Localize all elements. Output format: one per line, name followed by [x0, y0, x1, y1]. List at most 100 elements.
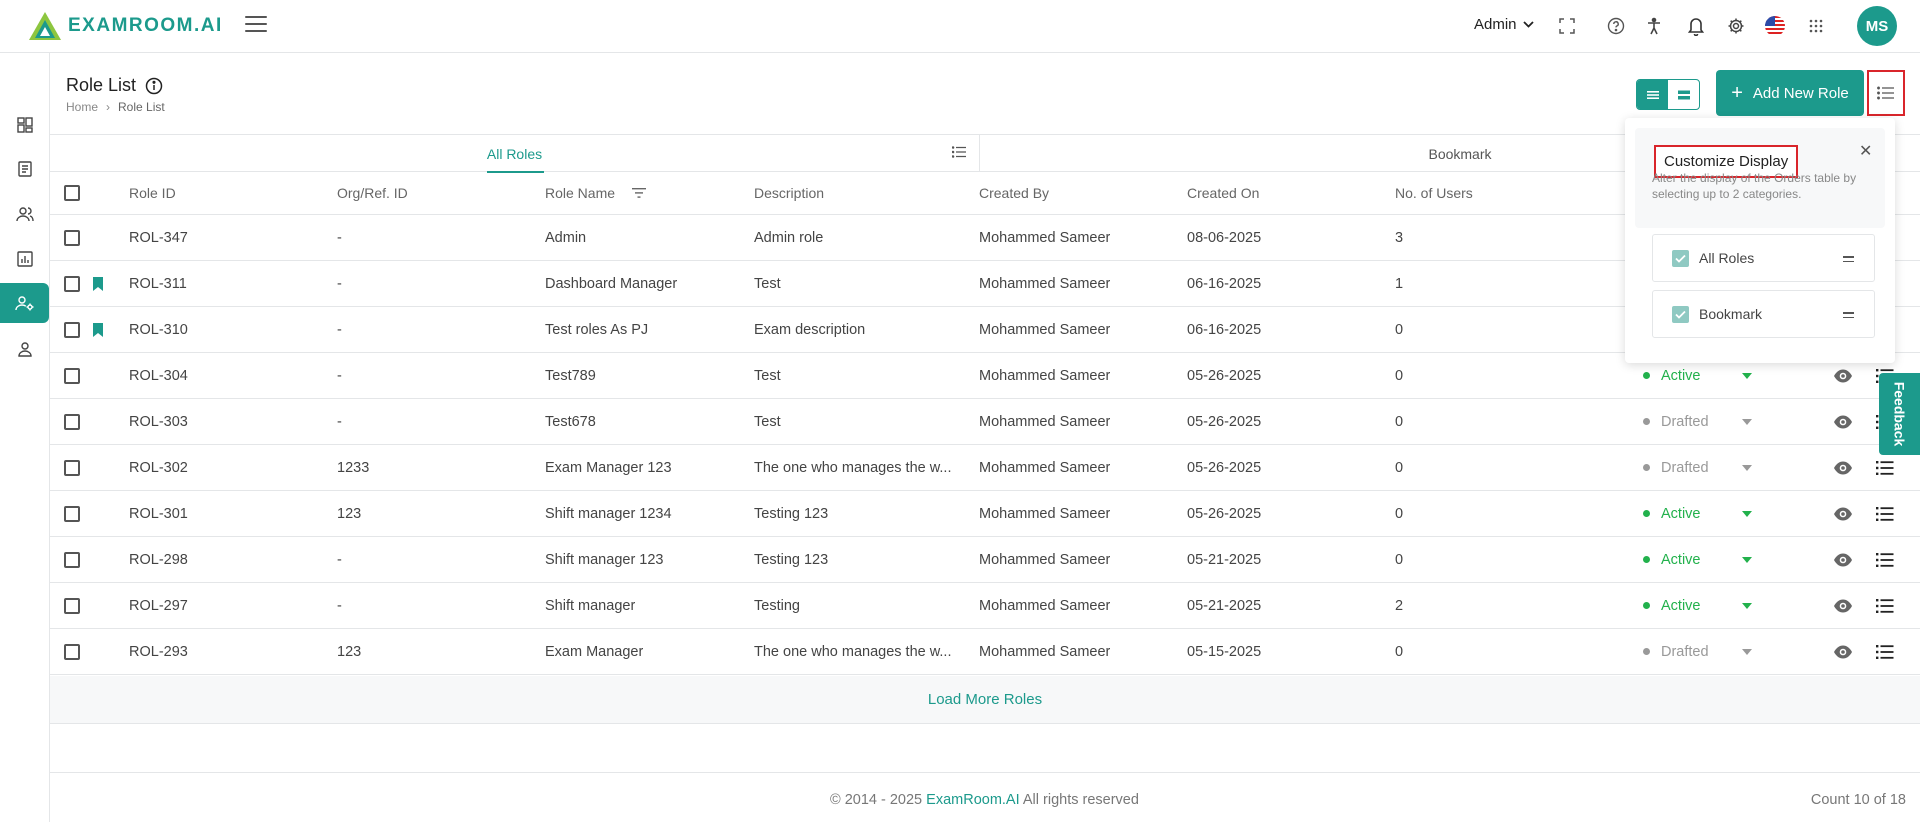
add-new-role-button[interactable]: + Add New Role: [1716, 70, 1864, 116]
table-row[interactable]: ROL-302 1233 Exam Manager 123 The one who m…: [50, 445, 1920, 491]
status-label: Drafted: [1661, 459, 1709, 476]
cell-created-on: 05-21-2025: [1187, 597, 1262, 614]
cell-role-name: Test678: [545, 413, 596, 430]
settings-icon[interactable]: [1725, 15, 1747, 37]
eye-icon[interactable]: [1833, 644, 1853, 660]
close-icon[interactable]: ✕: [1859, 141, 1872, 161]
header-org-ref-id[interactable]: Org/Ref. ID: [337, 172, 408, 214]
bell-icon[interactable]: [1685, 15, 1707, 37]
sidebar-item-reports[interactable]: [0, 239, 49, 279]
row-list-icon[interactable]: [1876, 552, 1894, 568]
row-checkbox[interactable]: [64, 413, 80, 430]
cell-org-ref-id: -: [337, 275, 342, 292]
menu-toggle-icon[interactable]: [245, 16, 267, 36]
us-flag-icon[interactable]: [1764, 15, 1786, 37]
breadcrumb-home[interactable]: Home: [66, 100, 98, 114]
cell-description: Testing 123: [754, 491, 964, 536]
row-checkbox[interactable]: [64, 459, 80, 476]
status-dropdown-caret-icon[interactable]: [1742, 602, 1752, 609]
eye-icon[interactable]: [1833, 506, 1853, 522]
accessibility-icon[interactable]: [1643, 15, 1665, 37]
table-row[interactable]: ROL-297 - Shift manager Testing Mohammed Sam…: [50, 583, 1920, 629]
row-list-icon[interactable]: [1876, 460, 1894, 476]
feedback-tab[interactable]: Feedback: [1879, 373, 1920, 455]
avatar[interactable]: MS: [1857, 6, 1897, 46]
sidebar-item-profile[interactable]: [0, 329, 49, 369]
role-selector-dropdown[interactable]: Admin: [1474, 16, 1534, 33]
cell-description: Test: [754, 353, 964, 398]
sidebar-item-users[interactable]: [0, 194, 49, 234]
fullscreen-icon[interactable]: [1556, 15, 1578, 37]
eye-icon[interactable]: [1833, 552, 1853, 568]
cell-description-text: Test: [754, 367, 781, 384]
row-checkbox[interactable]: [64, 597, 80, 614]
header-created-by[interactable]: Created By: [979, 172, 1049, 214]
tab-list-icon[interactable]: [952, 146, 966, 158]
drag-handle-icon[interactable]: [1843, 312, 1854, 321]
logo[interactable]: EXAMROOM.AI: [28, 10, 223, 42]
row-checkbox[interactable]: [64, 505, 80, 522]
cell-role-name: Admin: [545, 229, 587, 246]
tab-all-roles[interactable]: All Roles: [50, 135, 980, 173]
eye-icon[interactable]: [1833, 460, 1853, 476]
sidebar-item-documents[interactable]: [0, 149, 49, 189]
status-dropdown-caret-icon[interactable]: [1742, 510, 1752, 517]
compact-view-button[interactable]: [1668, 80, 1699, 109]
eye-icon[interactable]: [1833, 368, 1853, 384]
table-row[interactable]: ROL-301 123 Shift manager 1234 Testing 123 M…: [50, 491, 1920, 537]
info-icon[interactable]: [145, 77, 163, 95]
row-checkbox[interactable]: [64, 321, 80, 338]
cell-created-by: Mohammed Sameer: [979, 229, 1111, 246]
status-dropdown-caret-icon[interactable]: [1742, 464, 1752, 471]
table-row[interactable]: ROL-298 - Shift manager 123 Testing 123 Moha…: [50, 537, 1920, 583]
bookmark-icon[interactable]: [92, 322, 104, 338]
row-checkbox[interactable]: [64, 275, 80, 292]
load-more-button[interactable]: Load More Roles: [50, 676, 1920, 724]
cell-org-ref-id: 123: [337, 505, 362, 522]
copyright-brand-link[interactable]: ExamRoom.AI: [926, 792, 1019, 808]
table-row[interactable]: ROL-303 - Test678 Test Mohammed Sameer 05-26-…: [50, 399, 1920, 445]
customize-item-bookmark[interactable]: Bookmark: [1652, 290, 1875, 338]
header-created-on[interactable]: Created On: [1187, 172, 1259, 214]
status-dropdown-caret-icon[interactable]: [1742, 648, 1752, 655]
bookmark-icon[interactable]: [92, 276, 104, 292]
eye-icon[interactable]: [1833, 598, 1853, 614]
header-description[interactable]: Description: [754, 172, 964, 214]
row-checkbox[interactable]: [64, 229, 80, 246]
add-new-role-label: Add New Role: [1752, 84, 1849, 102]
cell-created-on: 05-26-2025: [1187, 367, 1262, 384]
customize-item-checkbox[interactable]: [1672, 250, 1689, 267]
apps-grid-icon[interactable]: [1805, 15, 1827, 37]
row-list-icon[interactable]: [1876, 598, 1894, 614]
row-list-icon[interactable]: [1876, 644, 1894, 660]
sidebar-item-dashboard[interactable]: [0, 105, 49, 145]
row-checkbox[interactable]: [64, 367, 80, 384]
customize-item-all-roles[interactable]: All Roles: [1652, 234, 1875, 282]
list-view-button[interactable]: [1637, 80, 1668, 109]
row-checkbox[interactable]: [64, 551, 80, 568]
cell-role-name: Exam Manager 123: [545, 459, 672, 476]
cell-description-text: Testing: [754, 597, 800, 614]
status-dropdown-caret-icon[interactable]: [1742, 372, 1752, 379]
table-row[interactable]: ROL-293 123 Exam Manager The one who manage…: [50, 629, 1920, 675]
cell-created-by: Mohammed Sameer: [979, 275, 1111, 292]
header-role-id[interactable]: Role ID: [129, 172, 176, 214]
status-label: Active: [1661, 551, 1701, 568]
drag-handle-icon[interactable]: [1843, 256, 1854, 265]
status-dropdown-caret-icon[interactable]: [1742, 418, 1752, 425]
row-checkbox[interactable]: [64, 643, 80, 660]
cell-role-id: ROL-302: [129, 459, 188, 476]
header-no-of-users[interactable]: No. of Users: [1395, 172, 1473, 214]
eye-icon[interactable]: [1833, 414, 1853, 430]
help-icon[interactable]: [1605, 15, 1627, 37]
select-all-checkbox[interactable]: [64, 185, 80, 201]
cell-description: The one who manages the w...: [754, 445, 964, 490]
filter-icon[interactable]: [632, 188, 647, 198]
row-list-icon[interactable]: [1876, 506, 1894, 522]
cell-role-id: ROL-297: [129, 597, 188, 614]
customize-item-checkbox[interactable]: [1672, 306, 1689, 323]
sidebar-item-role-management[interactable]: [0, 283, 49, 323]
customize-display-button[interactable]: [1867, 70, 1905, 116]
header-role-name[interactable]: Role Name: [545, 172, 647, 214]
status-dropdown-caret-icon[interactable]: [1742, 556, 1752, 563]
